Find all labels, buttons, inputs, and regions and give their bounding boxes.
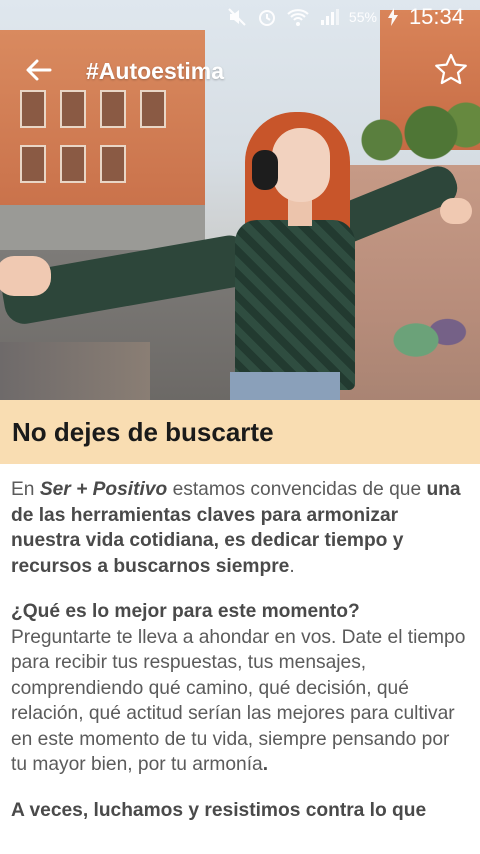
alarm-icon xyxy=(258,10,275,26)
article-paragraph-1: En Ser + Positivo estamos convencidas de… xyxy=(11,479,461,577)
article-paragraph-2: ¿Qué es lo mejor para este momento? Preg… xyxy=(11,601,466,775)
brand-name: Ser + Positivo xyxy=(39,479,168,500)
status-time: 15:34 xyxy=(408,4,464,29)
wifi-icon xyxy=(287,9,309,26)
toolbar: #Autoestima xyxy=(0,50,480,94)
battery-level: 55% xyxy=(348,9,377,25)
article-question: ¿Qué es lo mejor para este momento? xyxy=(11,601,360,622)
star-favorite-icon[interactable] xyxy=(433,52,469,88)
status-bar: 55% 15:34 xyxy=(0,0,480,34)
article-title: No dejes de buscarte xyxy=(12,416,274,447)
battery-charging-icon xyxy=(387,8,398,26)
article-paragraph-3: A veces, luchamos y resistimos contra lo… xyxy=(11,799,427,821)
headphones xyxy=(252,150,278,190)
woman-figure xyxy=(235,220,355,390)
back-arrow-icon[interactable] xyxy=(24,56,52,84)
category-title: #Autoestima xyxy=(86,58,225,84)
article-body: En Ser + Positivo estamos convencidas de… xyxy=(11,477,466,843)
article-title-band: No dejes de buscarte xyxy=(0,400,480,464)
mute-icon xyxy=(228,8,246,26)
signal-icon xyxy=(320,9,339,25)
